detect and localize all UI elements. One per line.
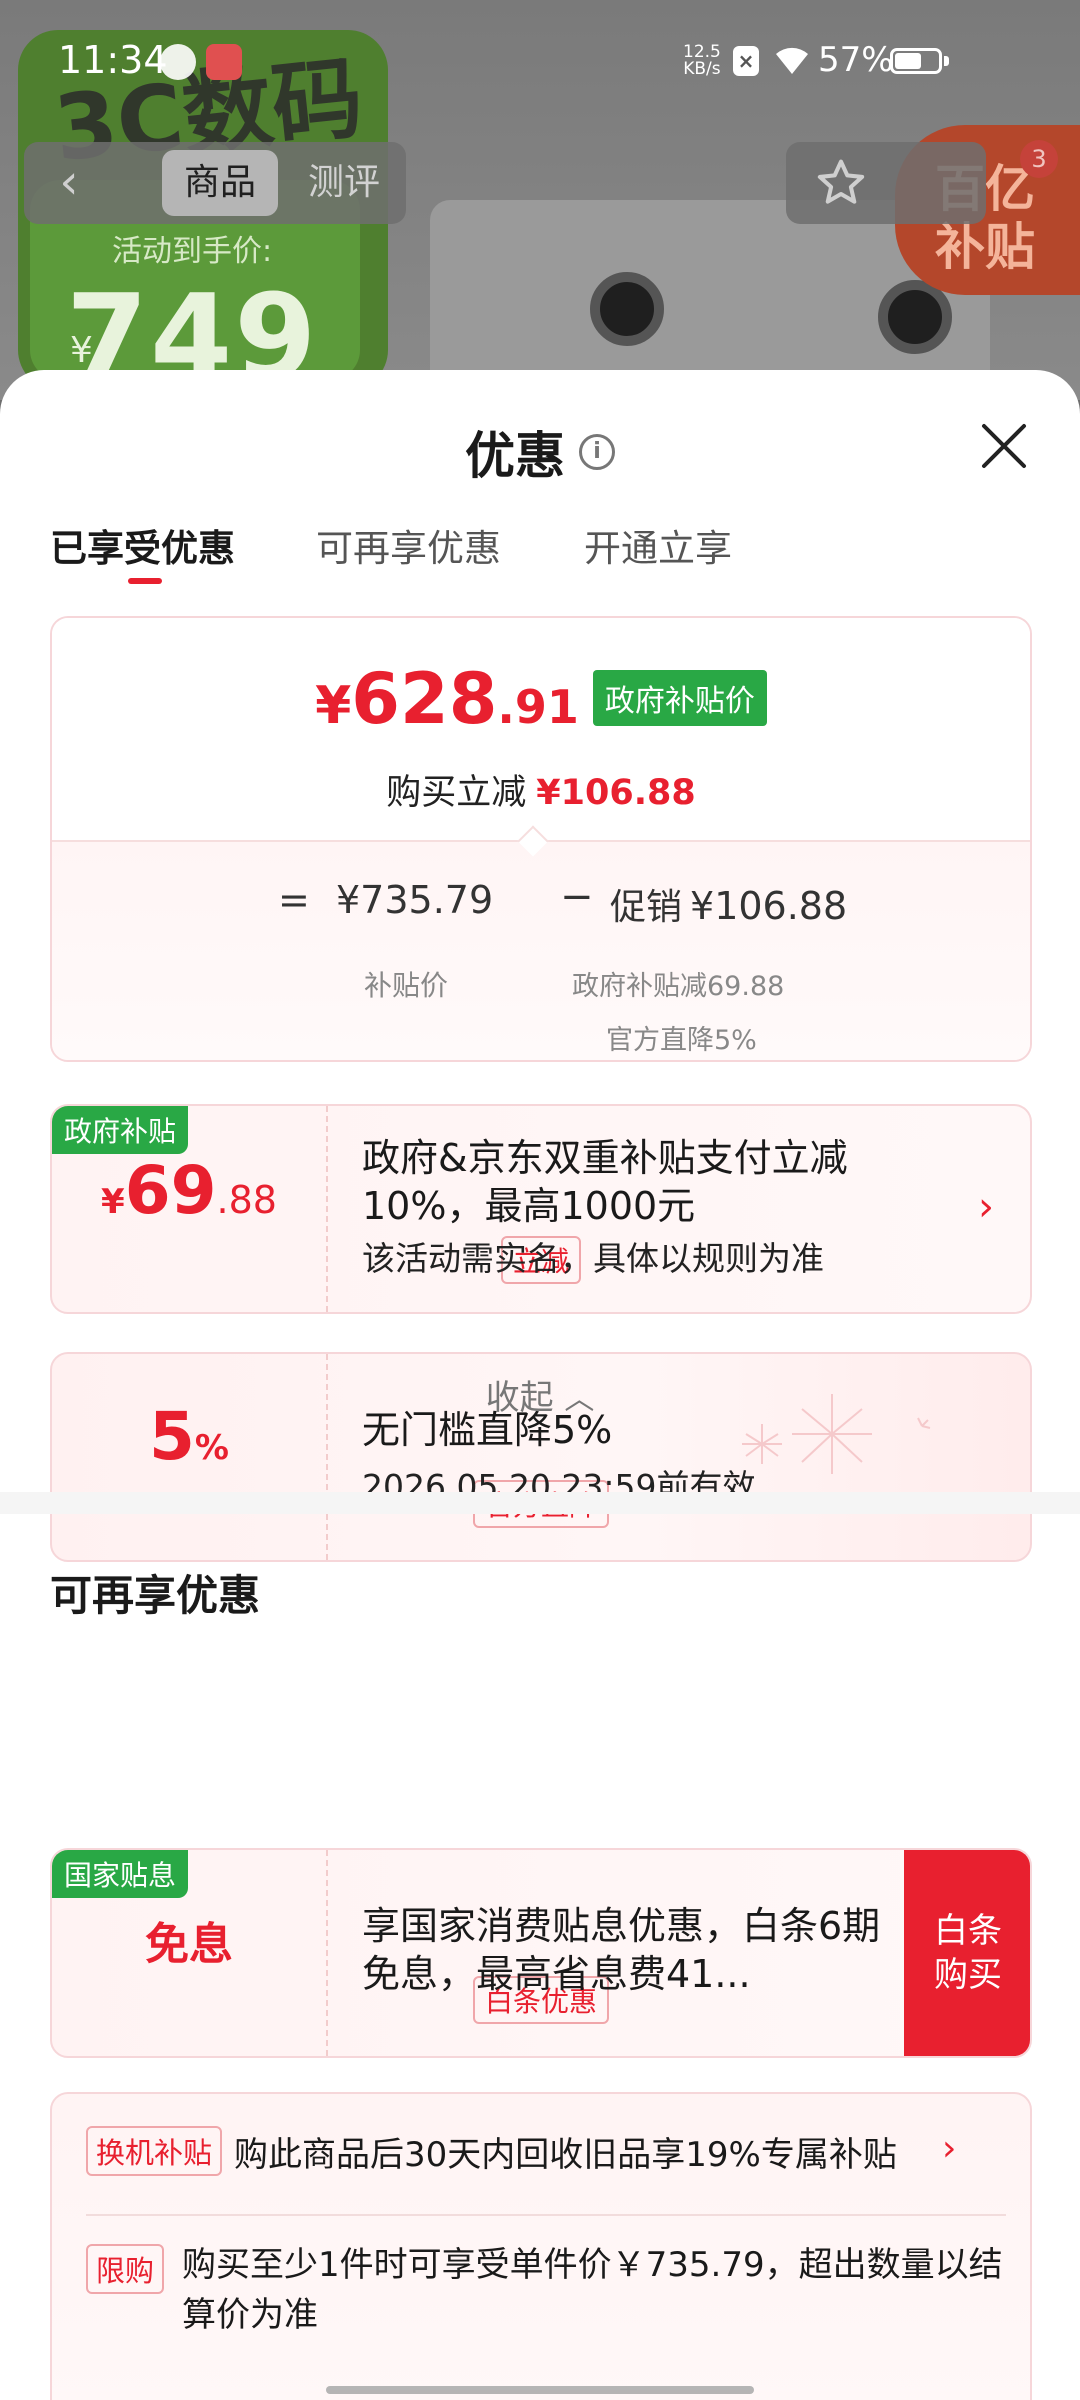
gov-subsidy-coupon[interactable]: 政府补贴 ¥69.88 立减 政府&京东双重补贴支付立减10%，最高1000元 … <box>50 1104 1032 1314</box>
purchase-reduction: 购买立减 ¥106.88 <box>386 773 696 813</box>
gov-subsidy-corner-tag: 政府补贴 <box>52 1106 189 1154</box>
baitiao-buy-button[interactable]: 白条 购买 <box>904 1850 1030 2056</box>
interest-free-label: 免息 <box>145 1919 233 1970</box>
divider <box>86 2214 1006 2216</box>
tab-goods[interactable]: 商品 <box>162 150 278 216</box>
official-discount-detail: 官方直降5% <box>606 1025 757 1056</box>
active-tab-indicator <box>128 578 162 584</box>
sheet-title: 优惠 <box>465 427 565 485</box>
section-divider <box>0 1492 1080 1514</box>
back-button[interactable]: ‹ <box>24 142 114 224</box>
promo-amount: 促销 ¥106.88 <box>610 884 848 928</box>
extra-benefits-card: 换机补贴 购此商品后30天内回收旧品享19%专属补贴 › 限购 购买至少1件时可享… <box>50 2092 1032 2400</box>
trade-in-row[interactable]: 换机补贴 购此商品后30天内回收旧品享19%专属补贴 <box>86 2126 1006 2190</box>
coupon-amount: ¥69.88 <box>101 1152 277 1229</box>
close-icon[interactable] <box>976 418 1032 474</box>
minus-sign: − <box>560 874 594 920</box>
info-icon[interactable]: i <box>579 434 615 470</box>
camera-lens-right <box>878 280 952 354</box>
tab-more-available[interactable]: 可再享优惠 <box>316 518 501 572</box>
wifi-icon <box>776 47 808 74</box>
gov-subsidy-detail: 政府补贴减69.88 <box>572 971 785 1002</box>
camera-lens-left <box>590 272 664 346</box>
gov-subsidy-price-tag: 政府补贴价 <box>592 670 767 726</box>
collapse-button[interactable]: 收起 ︿ <box>0 1370 1080 1419</box>
equals-sign: = <box>278 878 310 922</box>
tab-enjoyed[interactable]: 已享受优惠 <box>50 518 235 572</box>
status-time: 11:34 <box>58 38 168 82</box>
home-indicator[interactable] <box>326 2386 754 2394</box>
status-bar: 11:34 12.5 KB/s × 57% <box>0 0 1080 120</box>
trade-in-text: 购此商品后30天内回收旧品享19%专属补贴 <box>234 2134 897 2175</box>
top-actions <box>786 142 986 224</box>
price-summary-card: ¥628.91 政府补贴价 购买立减 ¥106.88 = ¥735.79 − 促销… <box>50 616 1032 1062</box>
app-notification-icon <box>206 44 242 80</box>
battery-icon <box>890 48 942 74</box>
cart-count-badge: 3 <box>1020 140 1058 178</box>
poster-label: 活动到手价: <box>112 234 273 269</box>
coupon-subtitle: 该活动需实名，具体以规则为准 <box>362 1239 824 1278</box>
subsidy-price: ¥735.79 <box>336 878 494 922</box>
chevron-right-icon[interactable]: › <box>978 1184 994 1230</box>
subsidy-price-label: 补贴价 <box>364 969 449 1002</box>
trade-in-tag: 换机补贴 <box>86 2126 223 2176</box>
battery-percent: 57% <box>818 40 894 80</box>
discount-tabs: 已享受优惠 可再享优惠 开通立享 <box>50 518 1050 598</box>
final-price-row: ¥628.91 政府补贴价 <box>52 658 1030 740</box>
favorite-star-icon[interactable] <box>814 156 868 210</box>
interest-free-coupon[interactable]: 国家贴息 免息 白条优惠 享国家消费贴息优惠，白条6期免息，最高省息费41...… <box>50 1848 1032 2058</box>
national-interest-tag: 国家贴息 <box>52 1850 189 1898</box>
purchase-limit-row: 限购 购买至少1件时可享受单件价￥735.79，超出数量以结算价为准 <box>86 2244 1006 2335</box>
sim-off-icon: × <box>733 46 759 76</box>
coupon-title: 享国家消费贴息优惠，白条6期免息，最高省息费41... <box>362 1904 881 1996</box>
top-tabs: 商品 测评 <box>114 142 406 224</box>
chevron-up-icon: ︿ <box>564 1382 595 1417</box>
network-speed: 12.5 KB/s <box>683 42 721 79</box>
tab-review[interactable]: 测评 <box>294 150 394 216</box>
flower-app-icon <box>160 44 196 80</box>
tab-activate[interactable]: 开通立享 <box>584 518 732 572</box>
battery-tip <box>944 56 949 66</box>
purchase-limit-text: 购买至少1件时可享受单件价￥735.79，超出数量以结算价为准 <box>182 2245 1003 2335</box>
sheet-header: 优惠 i <box>0 416 1080 488</box>
coupon-title: 政府&京东双重补贴支付立减10%，最高1000元 <box>362 1136 848 1228</box>
final-price: ¥628.91 <box>315 658 579 740</box>
discount-sheet: 优惠 i 已享受优惠 可再享优惠 开通立享 ¥628.91 政府补贴价 购买立减… <box>0 370 1080 2400</box>
purchase-limit-tag: 限购 <box>86 2244 165 2294</box>
chevron-right-icon[interactable]: › <box>942 2128 956 2169</box>
more-discounts-title: 可再享优惠 <box>50 1571 261 1620</box>
